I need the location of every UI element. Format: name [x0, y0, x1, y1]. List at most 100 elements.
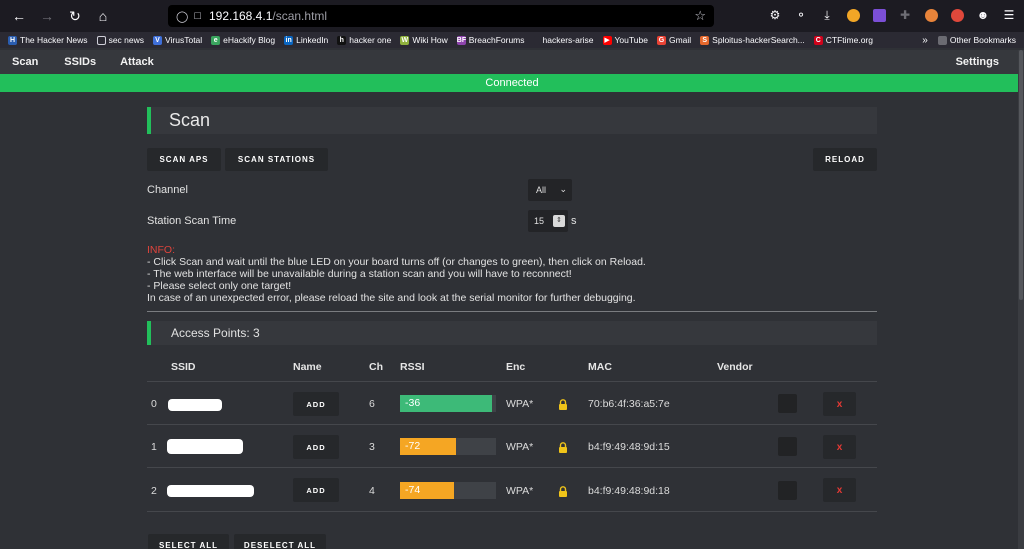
select-checkbox[interactable] [778, 394, 797, 413]
rssi-value: -74 [405, 484, 421, 496]
remove-button[interactable]: x [823, 392, 856, 416]
chevron-right-icon[interactable]: » [922, 35, 928, 46]
extension-orange-icon[interactable] [844, 5, 862, 25]
channel-cell: 6 [369, 398, 375, 410]
info-line: - Click Scan and wait until the blue LED… [147, 256, 646, 268]
bookmark-item[interactable]: e eHackify Blog [211, 35, 275, 45]
add-name-button[interactable]: ADD [293, 435, 339, 459]
bookmark-favicon-icon: V [153, 35, 162, 45]
mac-cell: 70:b6:4f:36:a5:7e [588, 398, 670, 410]
nav-settings[interactable]: Settings [956, 56, 999, 68]
mac-cell: b4:f9:49:48:9d:18 [588, 485, 670, 497]
bookmark-label: Wiki How [412, 35, 448, 45]
access-points-title: Access Points: 3 [171, 326, 260, 340]
encryption-cell: WPA* [506, 485, 534, 497]
rssi-value: -36 [405, 397, 421, 409]
station-scan-time-label: Station Scan Time [147, 215, 237, 227]
bookmark-item[interactable]: ▶ YouTube [602, 35, 648, 45]
forward-arrow-icon[interactable]: → [34, 3, 60, 29]
channel-select[interactable]: All ⌄ [528, 179, 572, 201]
bookmark-item[interactable]: S Sploitus-hackerSearch... [700, 35, 805, 45]
extension-red-icon[interactable] [948, 5, 966, 25]
redacted-ssid [167, 485, 254, 497]
reload-button[interactable]: RELOAD [813, 148, 877, 171]
page-info-icon[interactable]: □ [194, 10, 201, 22]
nav-ssids[interactable]: SSIDs [64, 56, 96, 68]
bookmark-item[interactable]: h hacker one [337, 35, 391, 45]
station-scan-time-unit: s [571, 215, 577, 227]
extension-bot-icon[interactable]: ☻ [974, 5, 992, 25]
bookmarks-toolbar: H The Hacker News sec news V VirusTotal e eHac… [0, 32, 1024, 48]
nav-scan[interactable]: Scan [12, 56, 38, 68]
bookmark-item[interactable]: BF BreachForums [456, 35, 525, 45]
scan-stations-button[interactable]: SCAN STATIONS [225, 148, 328, 171]
select-checkbox[interactable] [778, 437, 797, 456]
bookmark-label: The Hacker News [20, 35, 88, 45]
bookmark-item[interactable]: in LinkedIn [284, 35, 328, 45]
other-bookmarks[interactable]: Other Bookmarks [937, 35, 1016, 45]
column-name: Name [293, 361, 322, 373]
extension-purple-icon[interactable] [870, 5, 888, 25]
rssi-value: -72 [405, 440, 421, 452]
channel-cell: 4 [369, 485, 375, 497]
row-divider [147, 424, 877, 425]
url-bar[interactable]: ◯ □ 192.168.4.1 /scan.html ☆ [168, 5, 714, 27]
bookmark-label: Sploitus-hackerSearch... [712, 35, 805, 45]
extension-fox-icon[interactable] [922, 5, 940, 25]
lock-icon [559, 399, 567, 410]
menu-icon[interactable]: ☰ [1000, 5, 1018, 25]
encryption-cell: WPA* [506, 398, 534, 410]
spinner-icon[interactable]: ⇕ [553, 215, 565, 227]
select-checkbox[interactable] [778, 481, 797, 500]
redacted-ssid [168, 399, 222, 411]
bookmark-item[interactable]: V VirusTotal [153, 35, 202, 45]
bookmark-favicon-icon: h [337, 35, 347, 45]
rssi-meter: -74 [400, 482, 496, 499]
shield-icon[interactable]: ◯ [176, 10, 188, 23]
deselect-all-button[interactable]: DESELECT ALL [234, 534, 326, 549]
bookmark-label: CTFtime.org [825, 35, 873, 45]
bookmark-favicon-icon: S [700, 35, 710, 45]
bookmark-favicon-icon: W [400, 35, 410, 45]
bookmark-favicon-icon [533, 35, 540, 45]
remove-button[interactable]: x [823, 478, 856, 502]
add-name-button[interactable]: ADD [293, 478, 339, 502]
row-index: 0 [151, 398, 157, 410]
bookmark-label: eHackify Blog [223, 35, 276, 45]
scrollbar-thumb[interactable] [1019, 50, 1023, 300]
reload-icon[interactable]: ↻ [62, 3, 88, 29]
bookmark-star-icon[interactable]: ☆ [694, 8, 706, 24]
remove-button[interactable]: x [823, 435, 856, 459]
chevron-down-icon: ⌄ [559, 184, 567, 194]
home-icon[interactable]: ⌂ [90, 3, 116, 29]
info-line: - The web interface will be unavailable … [147, 268, 572, 280]
row-index: 2 [151, 485, 157, 497]
bookmark-label: sec news [108, 35, 144, 45]
select-all-button[interactable]: SELECT ALL [148, 534, 229, 549]
settings-gear-icon[interactable]: ⚙ [766, 5, 784, 25]
add-name-button[interactable]: ADD [293, 392, 339, 416]
bookmark-item[interactable]: G Gmail [656, 35, 691, 45]
scan-section-header: Scan [147, 107, 877, 134]
bookmark-item[interactable]: hackers-arise [533, 35, 594, 45]
back-arrow-icon[interactable]: ← [6, 3, 32, 29]
scan-aps-button[interactable]: SCAN APS [147, 148, 221, 171]
column-enc: Enc [506, 361, 526, 373]
bookmark-item[interactable]: W Wiki How [400, 35, 448, 45]
bookmark-favicon-icon: in [284, 35, 294, 45]
download-icon[interactable]: ⤓ [818, 5, 836, 25]
bookmark-item[interactable]: sec news [96, 35, 144, 45]
column-ch: Ch [369, 361, 383, 373]
bookmark-label: YouTube [614, 35, 648, 45]
station-scan-time-input[interactable]: 15 ⇕ [528, 210, 568, 232]
extension-puzzle-icon[interactable]: ✚ [896, 5, 914, 25]
bookmark-item[interactable]: H The Hacker News [8, 35, 88, 45]
rssi-meter: -72 [400, 438, 496, 455]
page-scrollbar[interactable] [1018, 50, 1024, 549]
pocket-icon[interactable]: ⚬ [792, 5, 810, 25]
nav-attack[interactable]: Attack [120, 56, 154, 68]
browser-extension-buttons: ⚙ ⚬ ⤓ ✚ ☻ ☰ [766, 5, 1018, 25]
app-navbar: Scan SSIDs Attack Settings [0, 50, 1024, 74]
bookmark-item[interactable]: C CTFtime.org [813, 35, 873, 45]
bookmark-favicon-icon: e [211, 35, 221, 45]
